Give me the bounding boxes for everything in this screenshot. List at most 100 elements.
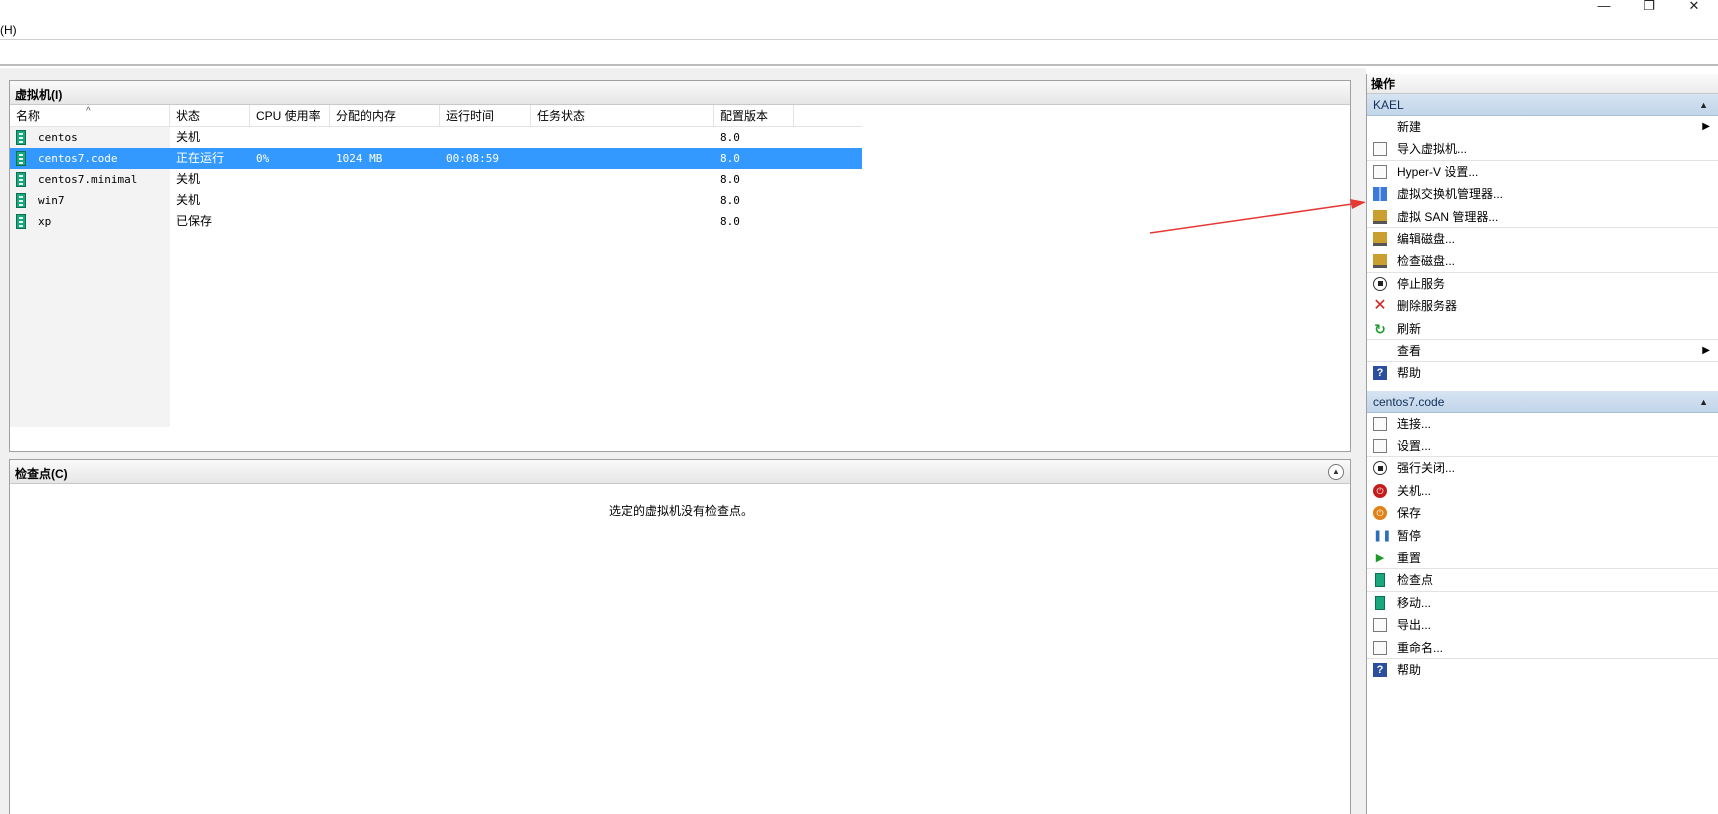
checkpoint-pane: 检查点(C) ▲ 选定的虚拟机没有检查点。	[9, 459, 1351, 814]
action-label: 检查点	[1397, 573, 1434, 588]
cell-uptime	[440, 127, 446, 148]
action-item[interactable]: 检查磁盘...	[1367, 250, 1718, 273]
connect-icon	[1373, 416, 1387, 431]
checkpoint-pane-title-label: 检查点(C)	[15, 467, 68, 481]
cell-name: centos	[38, 131, 78, 144]
cell-status: 已保存	[176, 214, 213, 228]
cell-status: 正在运行	[176, 151, 225, 165]
edit-disk-icon	[1373, 231, 1387, 246]
action-item[interactable]: ? 帮助	[1367, 362, 1718, 384]
collapse-up-icon[interactable]: ▲	[1699, 94, 1708, 116]
cell-name: win7	[38, 194, 65, 207]
action-item[interactable]: 导出...	[1367, 614, 1718, 636]
action-item[interactable]: ↻ 刷新	[1367, 318, 1718, 340]
cell-memory	[330, 169, 336, 190]
workspace: 虚拟机(I) 名称 ^ 状态 CPU 使用率 分配的内存 运行时间 任务状态 配置…	[0, 68, 1366, 814]
settings-doc-icon	[1373, 164, 1387, 179]
column-header-uptime[interactable]: 运行时间	[440, 105, 531, 127]
action-label: 帮助	[1397, 662, 1422, 677]
cell-cpu	[250, 169, 256, 190]
checkpoint-empty-message: 选定的虚拟机没有检查点。	[608, 504, 753, 518]
cell-memory	[330, 127, 336, 148]
san-manager-icon	[1373, 209, 1387, 224]
action-label: 虚拟 SAN 管理器...	[1397, 209, 1499, 224]
action-item[interactable]: ❚❚ 暂停	[1367, 525, 1718, 547]
action-label: 移动...	[1397, 595, 1432, 610]
action-item[interactable]: 虚拟 SAN 管理器...	[1367, 206, 1718, 228]
table-row[interactable]: centos7.code 正在运行 0% 1024 MB 00:08:59 8.0	[10, 148, 862, 169]
server-group-header[interactable]: KAEL ▲	[1367, 94, 1718, 116]
action-item[interactable]: 导入虚拟机...	[1367, 138, 1718, 161]
table-row[interactable]: centos 关机 8.0	[10, 127, 862, 148]
action-item[interactable]: 强行关闭...	[1367, 457, 1718, 479]
cell-version: 8.0	[720, 173, 740, 186]
collapse-up-icon[interactable]: ▲	[1328, 464, 1344, 480]
action-label: 新建	[1397, 120, 1422, 134]
action-label: 编辑磁盘...	[1397, 231, 1456, 246]
action-item[interactable]: 虚拟交换机管理器...	[1367, 183, 1718, 205]
minimize-button[interactable]: —	[1584, 0, 1624, 14]
title-bar: — ❐ ✕	[0, 0, 1718, 14]
column-header-config-version[interactable]: 配置版本	[714, 105, 794, 127]
virtual-machine-icon	[16, 214, 26, 229]
collapse-up-icon[interactable]: ▲	[1699, 391, 1708, 413]
column-header-cpu[interactable]: CPU 使用率	[250, 105, 330, 127]
action-item[interactable]: 检查点	[1367, 569, 1718, 592]
action-item[interactable]: ? 帮助	[1367, 659, 1718, 681]
action-item[interactable]: 查看 ▶	[1367, 340, 1718, 363]
close-button[interactable]: ✕	[1674, 0, 1714, 14]
checkpoint-icon	[1375, 573, 1385, 588]
column-header-memory[interactable]: 分配的内存	[330, 105, 440, 127]
switch-manager-icon	[1373, 187, 1387, 202]
action-item[interactable]: Hyper-V 设置...	[1367, 161, 1718, 183]
export-icon	[1373, 618, 1387, 633]
action-item[interactable]: 编辑磁盘...	[1367, 228, 1718, 250]
help-icon: ?	[1373, 662, 1387, 677]
action-item[interactable]: 移动...	[1367, 592, 1718, 614]
action-item[interactable]: 新建 ▶	[1367, 116, 1718, 138]
action-label: 重置	[1397, 551, 1422, 566]
action-label: 检查磁盘...	[1397, 254, 1456, 269]
action-item[interactable]: ⏻ 保存	[1367, 502, 1718, 524]
cell-uptime	[440, 211, 446, 232]
table-row[interactable]: win7 关机 8.0	[10, 190, 862, 211]
table-row[interactable]: xp 已保存 8.0	[10, 211, 862, 232]
action-item[interactable]: ▶ 重置	[1367, 547, 1718, 570]
table-row[interactable]: centos7.minimal 关机 8.0	[10, 169, 862, 190]
action-item[interactable]: ⏻ 关机...	[1367, 480, 1718, 502]
cell-uptime	[440, 169, 446, 190]
action-item[interactable]: 重命名...	[1367, 637, 1718, 659]
actions-pane-title: 操作	[1367, 74, 1718, 94]
cell-name: xp	[38, 215, 52, 228]
cell-cpu	[250, 127, 256, 148]
action-label: 重命名...	[1397, 640, 1444, 655]
menu-help[interactable]: (H)	[0, 23, 17, 37]
action-label: 帮助	[1397, 366, 1422, 381]
action-item[interactable]: 连接...	[1367, 413, 1718, 435]
column-header-name[interactable]: 名称 ^	[10, 105, 170, 127]
cell-version: 8.0	[720, 152, 740, 165]
vm-group-title: centos7.code	[1373, 394, 1445, 409]
menu-bar: (H)	[0, 20, 1718, 40]
cell-version: 8.0	[720, 194, 740, 207]
action-item[interactable]: 设置...	[1367, 435, 1718, 458]
column-header-name-label: 名称	[16, 109, 41, 123]
refresh-icon: ↻	[1374, 320, 1386, 337]
restore-button[interactable]: ❐	[1629, 0, 1669, 14]
import-icon	[1373, 142, 1387, 157]
vm-group-header[interactable]: centos7.code ▲	[1367, 390, 1718, 413]
column-header-status[interactable]: 状态	[170, 105, 250, 127]
cell-task	[531, 211, 537, 232]
action-label: 连接...	[1397, 416, 1432, 431]
virtual-machine-icon	[16, 130, 26, 145]
action-item[interactable]: ✕ 删除服务器	[1367, 295, 1718, 317]
action-item[interactable]: 停止服务	[1367, 273, 1718, 295]
inspect-disk-icon	[1373, 254, 1387, 269]
cell-cpu	[250, 211, 256, 232]
save-state-icon: ⏻	[1373, 506, 1387, 521]
action-label: Hyper-V 设置...	[1397, 164, 1479, 179]
cell-uptime: 00:08:59	[446, 152, 499, 165]
action-label: 导入虚拟机...	[1397, 142, 1468, 157]
action-label: 强行关闭...	[1397, 461, 1456, 476]
column-header-task-status[interactable]: 任务状态	[531, 105, 714, 127]
